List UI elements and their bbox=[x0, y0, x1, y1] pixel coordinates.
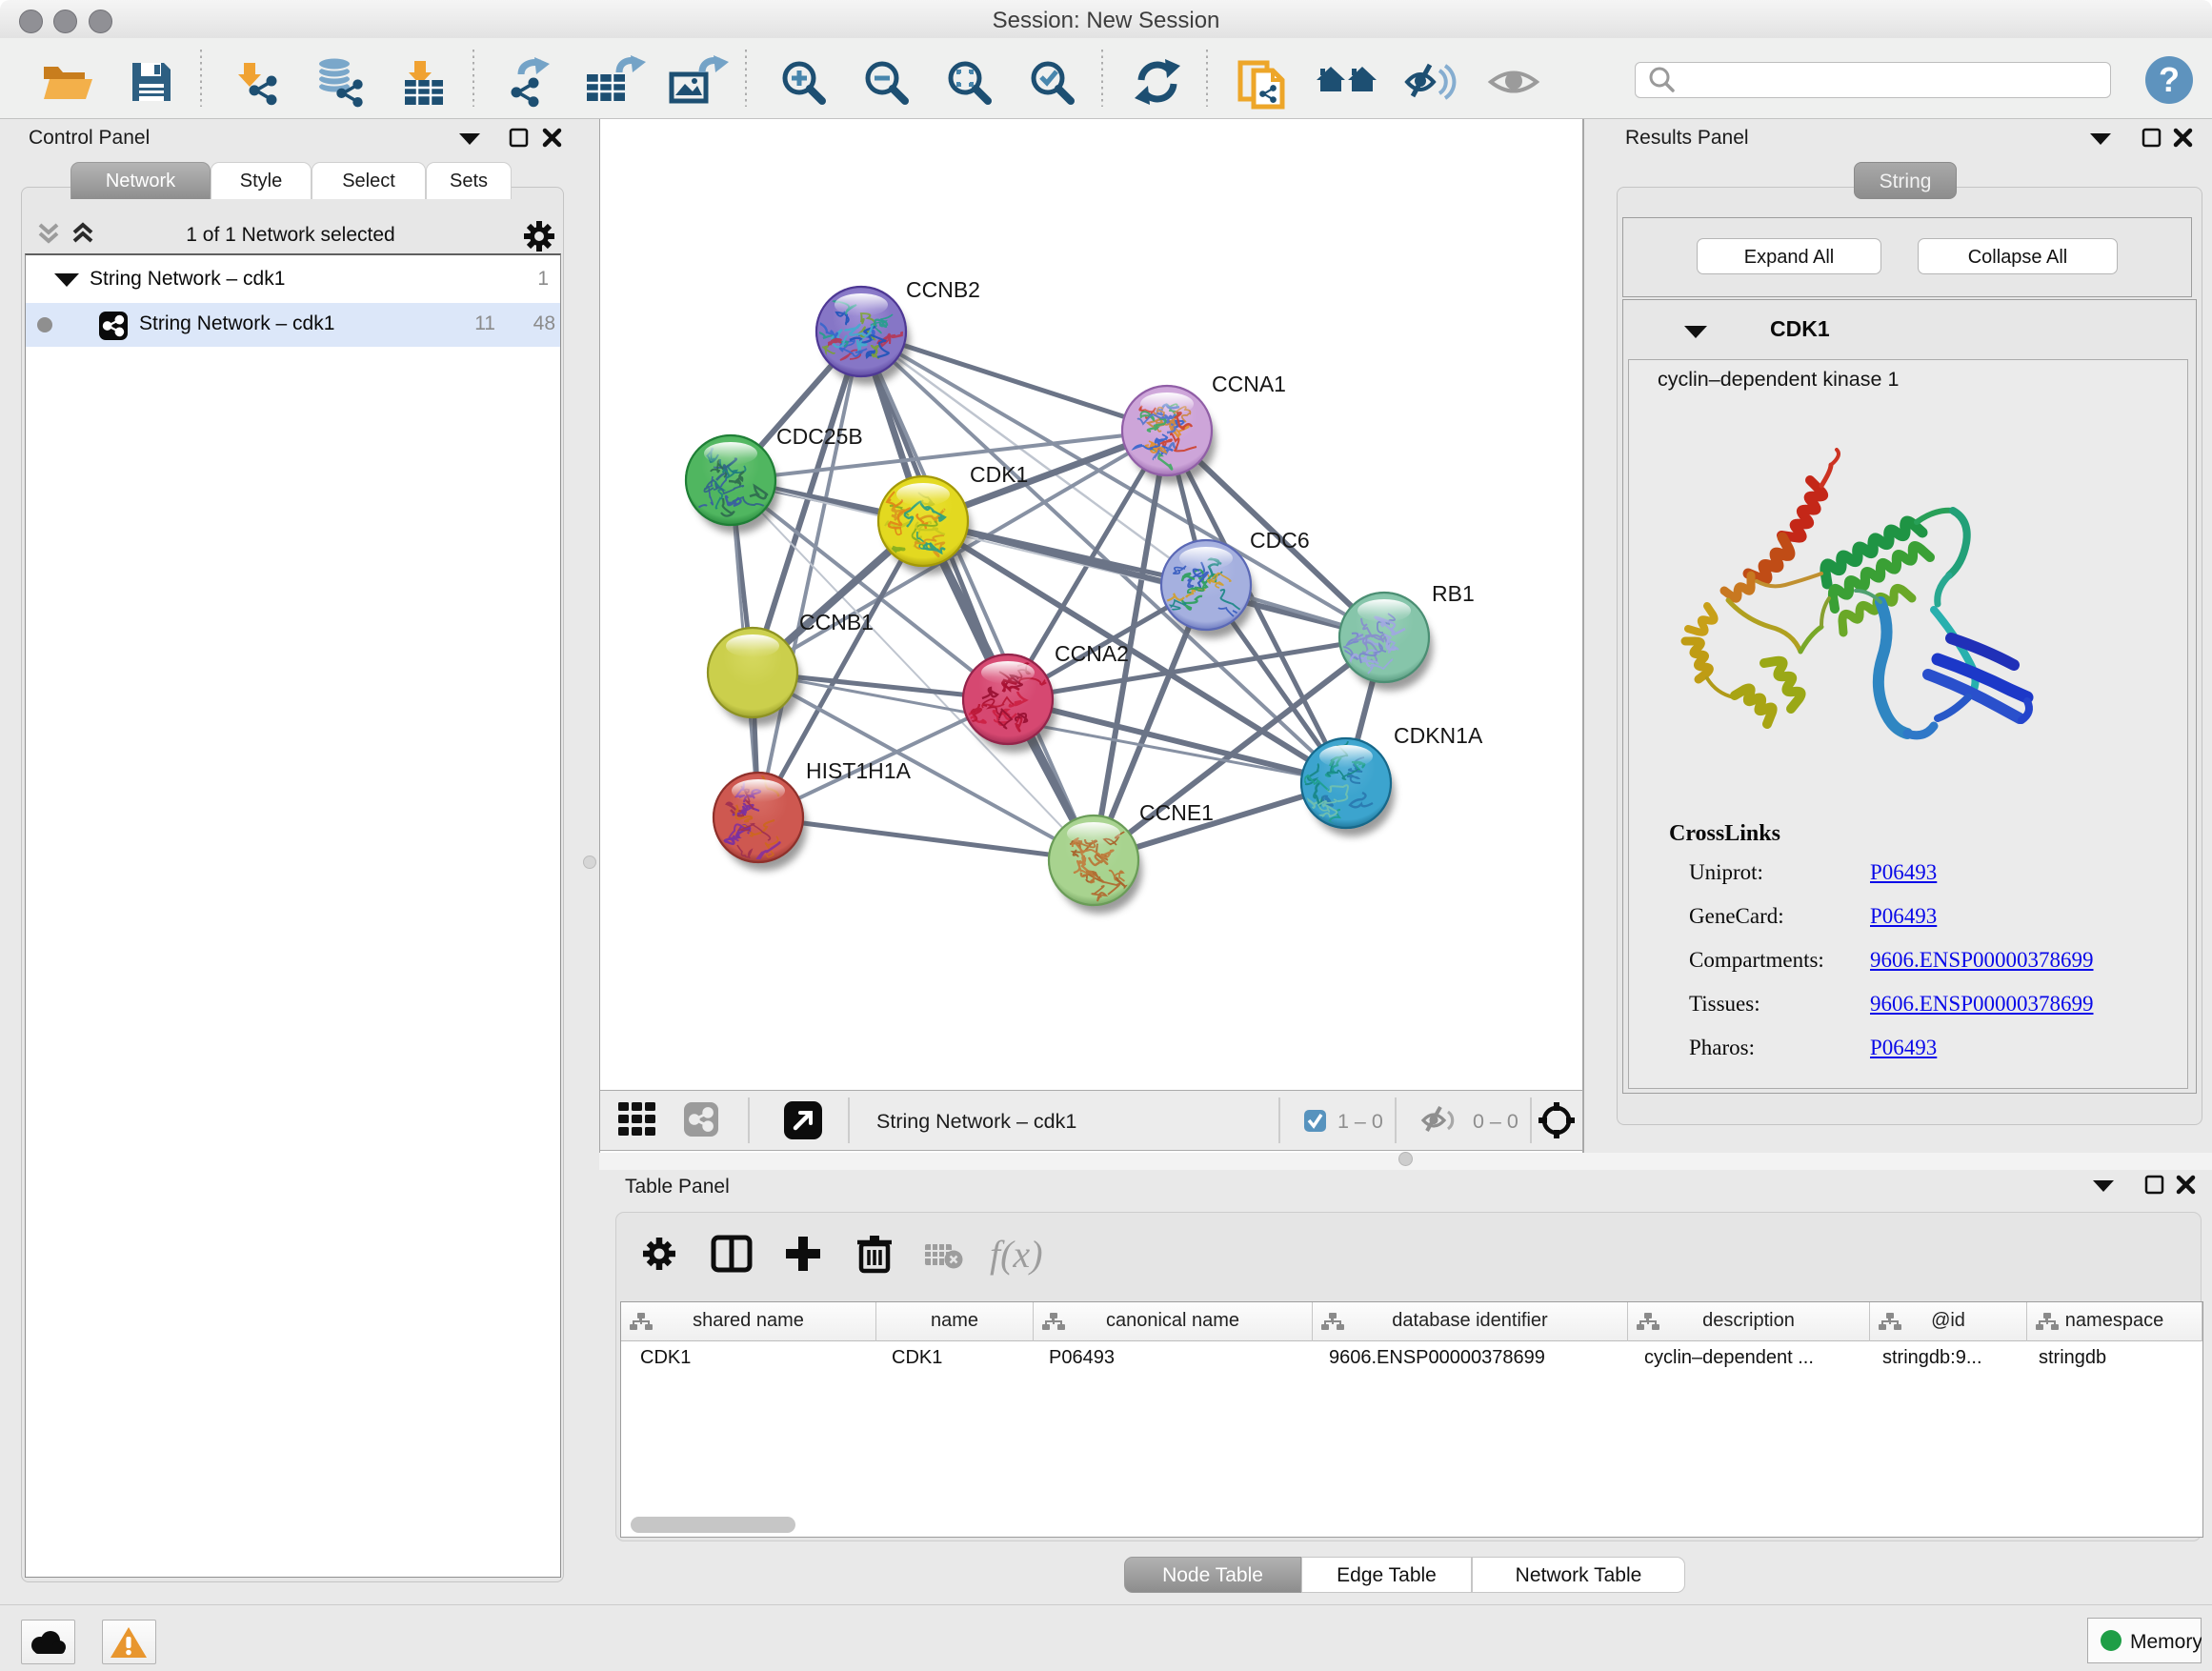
svg-text:0 – 0: 0 – 0 bbox=[1473, 1110, 1518, 1133]
svg-text:?: ? bbox=[2159, 60, 2180, 99]
svg-text:CCNB1: CCNB1 bbox=[799, 610, 874, 634]
svg-text:CDC6: CDC6 bbox=[1250, 528, 1310, 553]
svg-text:RB1: RB1 bbox=[1432, 581, 1475, 606]
svg-text:CCNA2: CCNA2 bbox=[1055, 641, 1129, 666]
svg-text:CCNA1: CCNA1 bbox=[1212, 372, 1286, 396]
svg-text:CCNE1: CCNE1 bbox=[1139, 800, 1214, 825]
svg-text:Memory: Memory bbox=[2130, 1631, 2202, 1653]
svg-text:CDK1: CDK1 bbox=[970, 462, 1028, 487]
svg-text:String Network – cdk1: String Network – cdk1 bbox=[876, 1110, 1076, 1133]
svg-text:f(x): f(x) bbox=[990, 1233, 1043, 1276]
svg-text:CDKN1A: CDKN1A bbox=[1394, 723, 1483, 748]
svg-text:1 – 0: 1 – 0 bbox=[1337, 1110, 1383, 1133]
svg-text:HIST1H1A: HIST1H1A bbox=[806, 758, 912, 783]
svg-text:CCNB2: CCNB2 bbox=[906, 277, 980, 302]
svg-text:CDC25B: CDC25B bbox=[776, 424, 863, 449]
